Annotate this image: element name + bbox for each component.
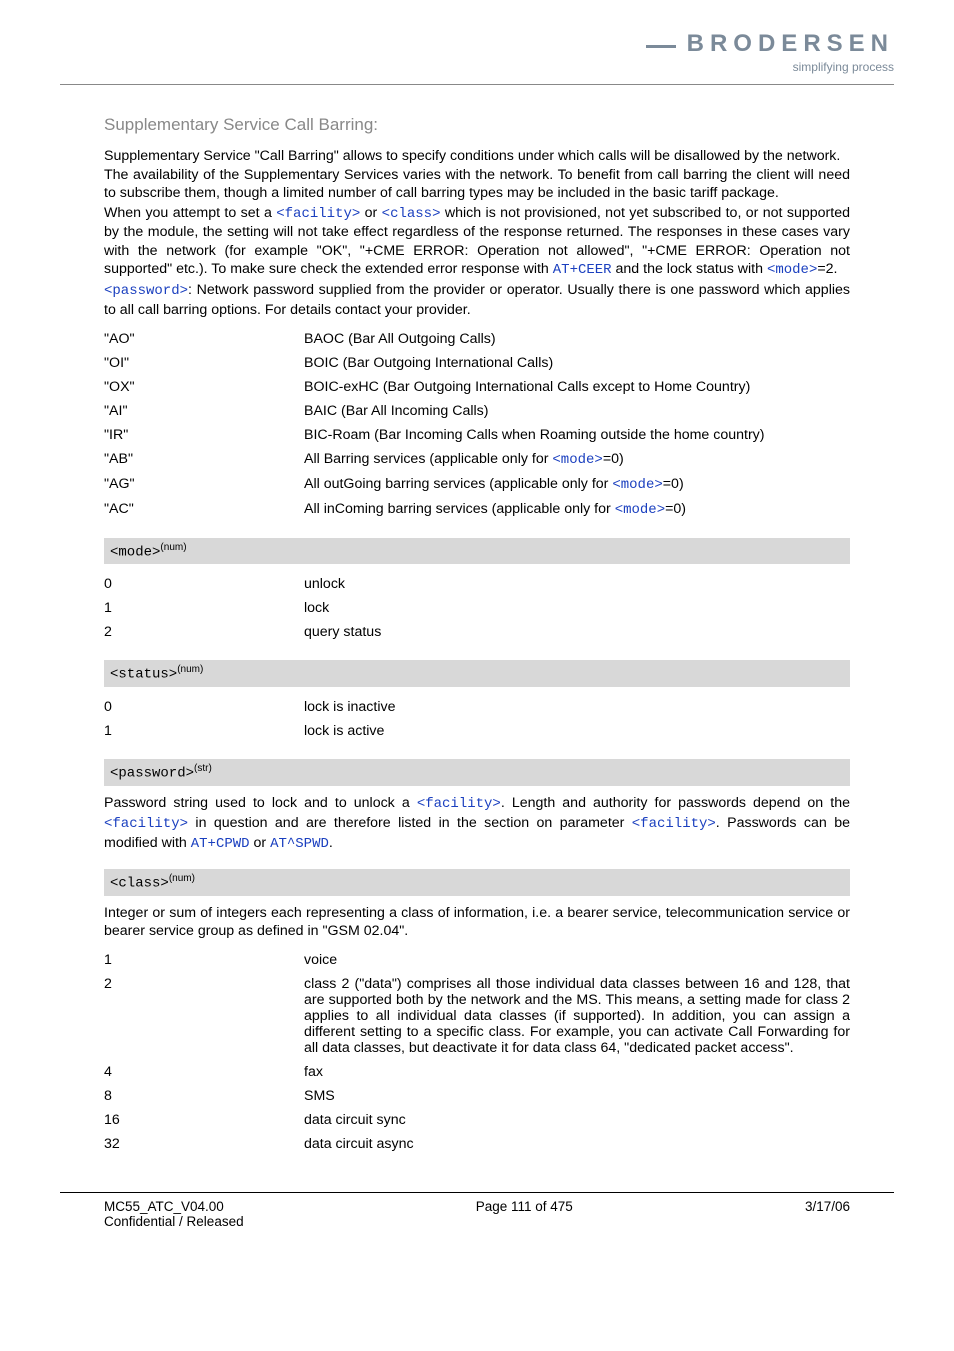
password-token: <password> — [104, 283, 188, 299]
content-area: Supplementary Service Call Barring: Supp… — [60, 115, 894, 1156]
logo-accent — [646, 45, 676, 48]
status-table: 0lock is inactive 1lock is active — [104, 695, 850, 743]
table-row: 1voice — [104, 948, 850, 972]
mode-param-header: <mode>(num) — [104, 538, 850, 565]
footer-rule — [60, 1192, 894, 1193]
table-row: 32data circuit async — [104, 1132, 850, 1156]
status-param-header: <status>(num) — [104, 660, 850, 687]
table-row: 0unlock — [104, 572, 850, 596]
brand-logo: BRODERSEN — [687, 30, 894, 57]
table-row: 1lock — [104, 596, 850, 620]
mode-token: <mode> — [767, 262, 817, 278]
footer-doc-id: MC55_ATC_V04.00 — [104, 1199, 244, 1214]
table-row: "IR"BIC-Roam (Bar Incoming Calls when Ro… — [104, 423, 850, 447]
header-rule — [60, 84, 894, 85]
table-row: "OI"BOIC (Bar Outgoing International Cal… — [104, 351, 850, 375]
table-row: 0lock is inactive — [104, 695, 850, 719]
table-row: 16data circuit sync — [104, 1108, 850, 1132]
table-row: 4fax — [104, 1060, 850, 1084]
page-header: BRODERSEN simplifying process — [60, 30, 894, 74]
table-row: 2class 2 ("data") comprises all those in… — [104, 972, 850, 1060]
class-param-header: <class>(num) — [104, 869, 850, 896]
mode-table: 0unlock 1lock 2query status — [104, 572, 850, 644]
class-token: <class> — [382, 206, 441, 222]
facility-token: <facility> — [276, 206, 360, 222]
at-cpwd-link[interactable]: AT+CPWD — [191, 836, 250, 852]
at-ceer-link[interactable]: AT+CEER — [553, 262, 612, 278]
table-row: "AB"All Barring services (applicable onl… — [104, 447, 850, 472]
intro-para-4: <password>: Network password supplied fr… — [104, 281, 850, 319]
facility-table: "AO"BAOC (Bar All Outgoing Calls) "OI"BO… — [104, 327, 850, 522]
table-row: 8SMS — [104, 1084, 850, 1108]
page-footer: MC55_ATC_V04.00 Confidential / Released … — [60, 1199, 894, 1229]
password-description: Password string used to lock and to unlo… — [104, 794, 850, 854]
class-description: Integer or sum of integers each represen… — [104, 904, 850, 940]
table-row: "AO"BAOC (Bar All Outgoing Calls) — [104, 327, 850, 351]
table-row: 2query status — [104, 620, 850, 644]
footer-page-number: Page 111 of 475 — [476, 1199, 573, 1229]
intro-para-2: The availability of the Supplementary Se… — [104, 166, 850, 202]
at-spwd-link[interactable]: AT^SPWD — [270, 836, 329, 852]
section-title: Supplementary Service Call Barring: — [104, 115, 850, 135]
table-row: "OX"BOIC-exHC (Bar Outgoing Internationa… — [104, 375, 850, 399]
table-row: "AI"BAIC (Bar All Incoming Calls) — [104, 399, 850, 423]
password-param-header: <password>(str) — [104, 759, 850, 786]
class-table: 1voice 2class 2 ("data") comprises all t… — [104, 948, 850, 1156]
footer-date: 3/17/06 — [805, 1199, 850, 1229]
table-row: 1lock is active — [104, 719, 850, 743]
table-row: "AG"All outGoing barring services (appli… — [104, 472, 850, 497]
intro-para-1: Supplementary Service "Call Barring" all… — [104, 147, 850, 165]
footer-confidentiality: Confidential / Released — [104, 1214, 244, 1229]
brand-tagline: simplifying process — [793, 60, 894, 74]
table-row: "AC"All inComing barring services (appli… — [104, 497, 850, 522]
intro-para-3: When you attempt to set a <facility> or … — [104, 204, 850, 280]
